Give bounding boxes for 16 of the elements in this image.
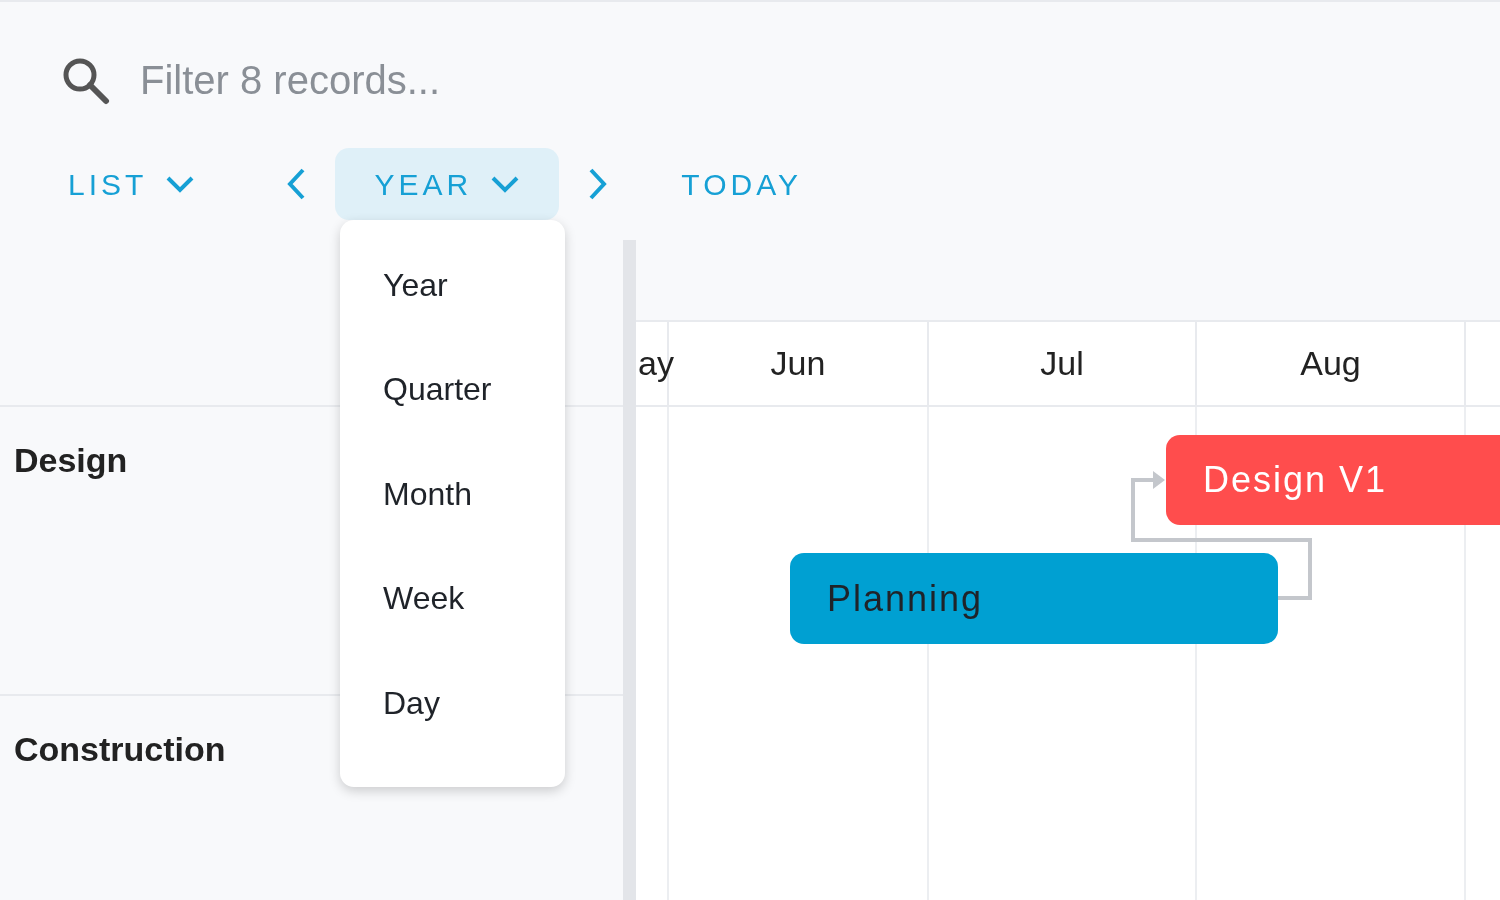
row-label: Construction <box>14 730 226 768</box>
chevron-down-icon <box>165 175 196 193</box>
menu-item[interactable]: Month <box>383 473 472 514</box>
task-bar[interactable]: Planning <box>790 553 1278 644</box>
chevron-down-icon <box>490 175 521 193</box>
month-label: Aug <box>1300 343 1361 384</box>
splitter-handle[interactable] <box>623 240 636 900</box>
month-label: Jul <box>1040 343 1084 384</box>
menu-item[interactable]: Week <box>383 578 465 619</box>
search-field[interactable]: Filter 8 records... <box>140 50 740 110</box>
month-label: Jun <box>770 343 826 384</box>
menu-item[interactable]: Year <box>383 265 448 305</box>
row-label: Design <box>14 441 128 479</box>
menu-item[interactable]: Day <box>383 682 440 723</box>
menu-item[interactable]: Quarter <box>383 369 492 410</box>
month-label: ay <box>638 343 674 384</box>
